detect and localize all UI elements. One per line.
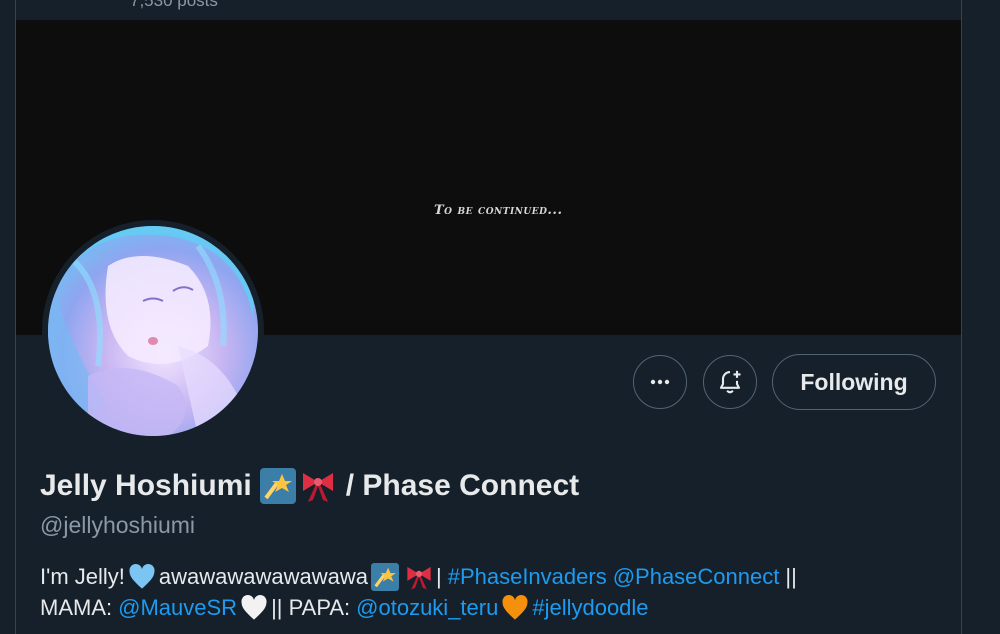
bio-line-1: I'm Jelly! awawawawawawawa | #PhaseInvad… [40,561,940,592]
banner-text: To be continued... [434,203,563,218]
display-name-row: Jelly Hoshiumi / Phase Connect [40,468,579,504]
blue-heart-emoji [128,563,156,591]
profile-column: 7,530 posts To be continued... Following… [16,0,961,634]
more-options-button[interactable] [633,355,687,409]
left-sidebar-edge [0,0,16,634]
shooting-star-emoji [370,562,399,591]
following-button[interactable]: Following [772,354,936,410]
shooting-star-emoji [259,468,296,504]
bell-plus-icon [719,370,741,394]
right-sidebar-edge [961,0,1000,634]
bio-text: MAMA: [40,595,113,620]
bio-text: || [785,564,797,589]
display-name: Jelly Hoshiumi [40,469,252,502]
more-icon [650,379,670,385]
hashtag-link[interactable]: #PhaseInvaders [448,561,607,592]
profile-bio: I'm Jelly! awawawawawawawa | #PhaseInvad… [40,561,940,623]
hashtag-link[interactable]: #jellydoodle [532,592,648,623]
user-handle: @jellyhoshiumi [40,512,196,538]
ribbon-emoji [405,563,433,591]
bio-text: awawawawawawawa [158,564,368,589]
display-name-suffix: / Phase Connect [345,469,580,502]
mention-link[interactable]: @PhaseConnect [613,561,780,592]
bio-text: || PAPA: [271,595,351,620]
mention-link[interactable]: @otozuki_teru [356,592,498,623]
mention-link[interactable]: @MauveSR [118,592,237,623]
avatar[interactable] [48,226,258,436]
bio-text: | [435,564,442,589]
avatar-illustration [48,226,258,436]
bio-text: I'm Jelly! [40,564,125,589]
white-heart-emoji [240,594,268,622]
ribbon-emoji [300,468,336,504]
orange-heart-emoji [501,594,529,622]
bio-line-2: MAMA: @MauveSR || PAPA: @otozuki_teru #j… [40,592,940,623]
post-count: 7,530 posts [130,0,218,10]
notifications-button[interactable] [703,355,757,409]
